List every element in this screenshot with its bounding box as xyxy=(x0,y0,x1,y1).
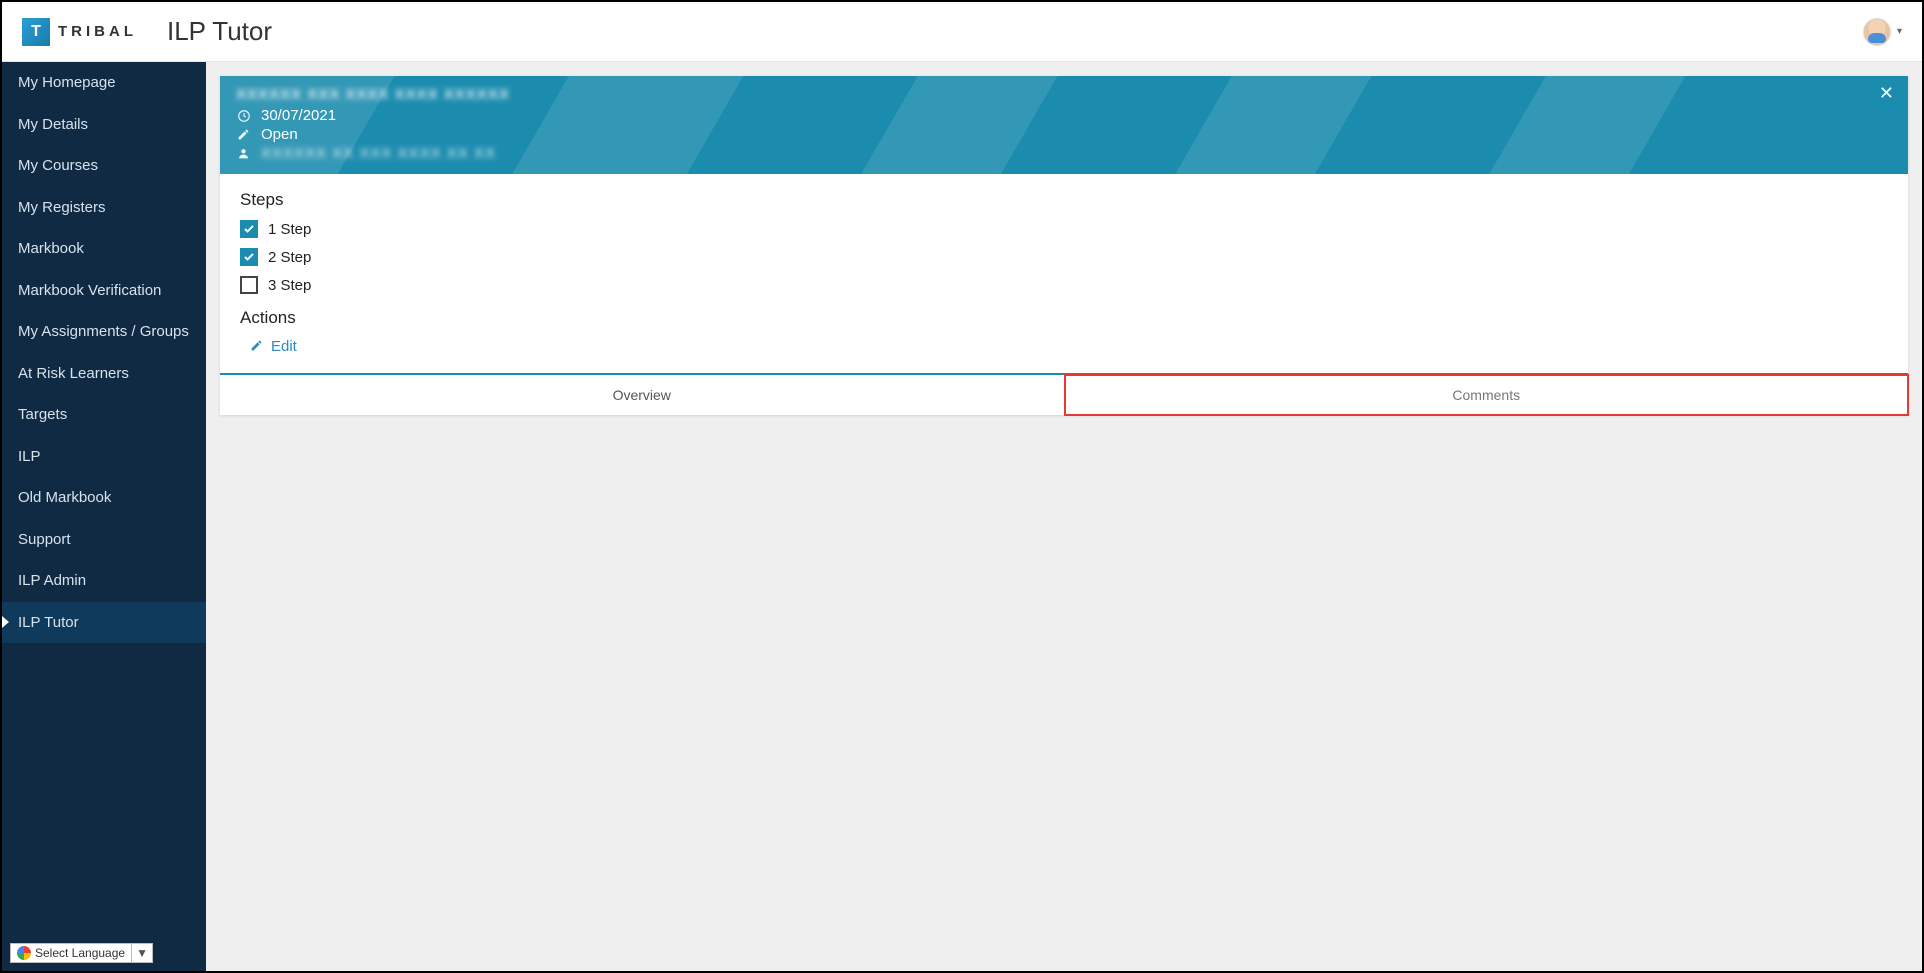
sidebar-item-markbook[interactable]: Markbook xyxy=(2,228,206,270)
step-3-checkbox[interactable] xyxy=(240,276,258,294)
sidebar-item-my-courses[interactable]: My Courses xyxy=(2,145,206,187)
step-row: 2 Step xyxy=(240,248,1888,266)
pencil-icon xyxy=(250,339,263,355)
record-card: ✕ XXXXXX XXX XXXX XXXX XXXXXX 30/07/2021… xyxy=(220,76,1908,415)
page-title: ILP Tutor xyxy=(167,16,272,47)
step-1-checkbox[interactable] xyxy=(240,220,258,238)
sidebar-item-targets[interactable]: Targets xyxy=(2,394,206,436)
sidebar-item-old-markbook[interactable]: Old Markbook xyxy=(2,477,206,519)
sidebar-item-ilp[interactable]: ILP xyxy=(2,436,206,478)
record-person-redacted: XXXXXX XX XXX XXXX XX XX xyxy=(261,145,496,162)
chevron-down-icon[interactable]: ▼ xyxy=(131,944,152,962)
record-date: 30/07/2021 xyxy=(261,107,336,124)
step-2-checkbox[interactable] xyxy=(240,248,258,266)
brand-logo[interactable]: T TRIBAL xyxy=(22,18,137,46)
sidebar-item-my-assignments[interactable]: My Assignments / Groups xyxy=(2,311,206,353)
record-status: Open xyxy=(261,126,298,143)
edit-link[interactable]: Edit xyxy=(271,338,297,355)
sidebar-item-at-risk-learners[interactable]: At Risk Learners xyxy=(2,353,206,395)
brand-name: TRIBAL xyxy=(58,23,137,40)
step-row: 1 Step xyxy=(240,220,1888,238)
pencil-icon xyxy=(236,128,251,141)
sidebar-item-support[interactable]: Support xyxy=(2,519,206,561)
step-label: 3 Step xyxy=(268,277,311,294)
sidebar-item-my-homepage[interactable]: My Homepage xyxy=(2,62,206,104)
person-icon xyxy=(236,147,251,160)
sidebar-item-my-details[interactable]: My Details xyxy=(2,104,206,146)
top-header: T TRIBAL ILP Tutor ▾ xyxy=(2,2,1922,62)
sidebar-item-ilp-tutor[interactable]: ILP Tutor xyxy=(2,602,206,644)
sidebar-item-ilp-admin[interactable]: ILP Admin xyxy=(2,560,206,602)
actions-heading: Actions xyxy=(240,308,1888,328)
language-selector[interactable]: Select Language ▼ xyxy=(10,943,153,963)
google-translate-icon xyxy=(17,946,31,960)
step-label: 1 Step xyxy=(268,221,311,238)
sidebar: My Homepage My Details My Courses My Reg… xyxy=(2,62,206,971)
record-header: ✕ XXXXXX XXX XXXX XXXX XXXXXX 30/07/2021… xyxy=(220,76,1908,174)
chevron-down-icon[interactable]: ▾ xyxy=(1897,26,1902,37)
clock-icon xyxy=(236,109,251,123)
record-title-redacted: XXXXXX XXX XXXX XXXX XXXXXX xyxy=(236,86,1892,103)
tab-bar: Overview Comments xyxy=(220,373,1908,415)
steps-heading: Steps xyxy=(240,190,1888,210)
user-avatar[interactable] xyxy=(1863,18,1891,46)
brand-mark: T xyxy=(22,18,50,46)
main-content: ✕ XXXXXX XXX XXXX XXXX XXXXXX 30/07/2021… xyxy=(206,62,1922,971)
tab-comments[interactable]: Comments xyxy=(1065,375,1909,415)
step-label: 2 Step xyxy=(268,249,311,266)
tab-overview[interactable]: Overview xyxy=(220,375,1065,415)
language-selector-label: Select Language xyxy=(35,946,125,960)
sidebar-item-markbook-verification[interactable]: Markbook Verification xyxy=(2,270,206,312)
step-row: 3 Step xyxy=(240,276,1888,294)
sidebar-item-my-registers[interactable]: My Registers xyxy=(2,187,206,229)
